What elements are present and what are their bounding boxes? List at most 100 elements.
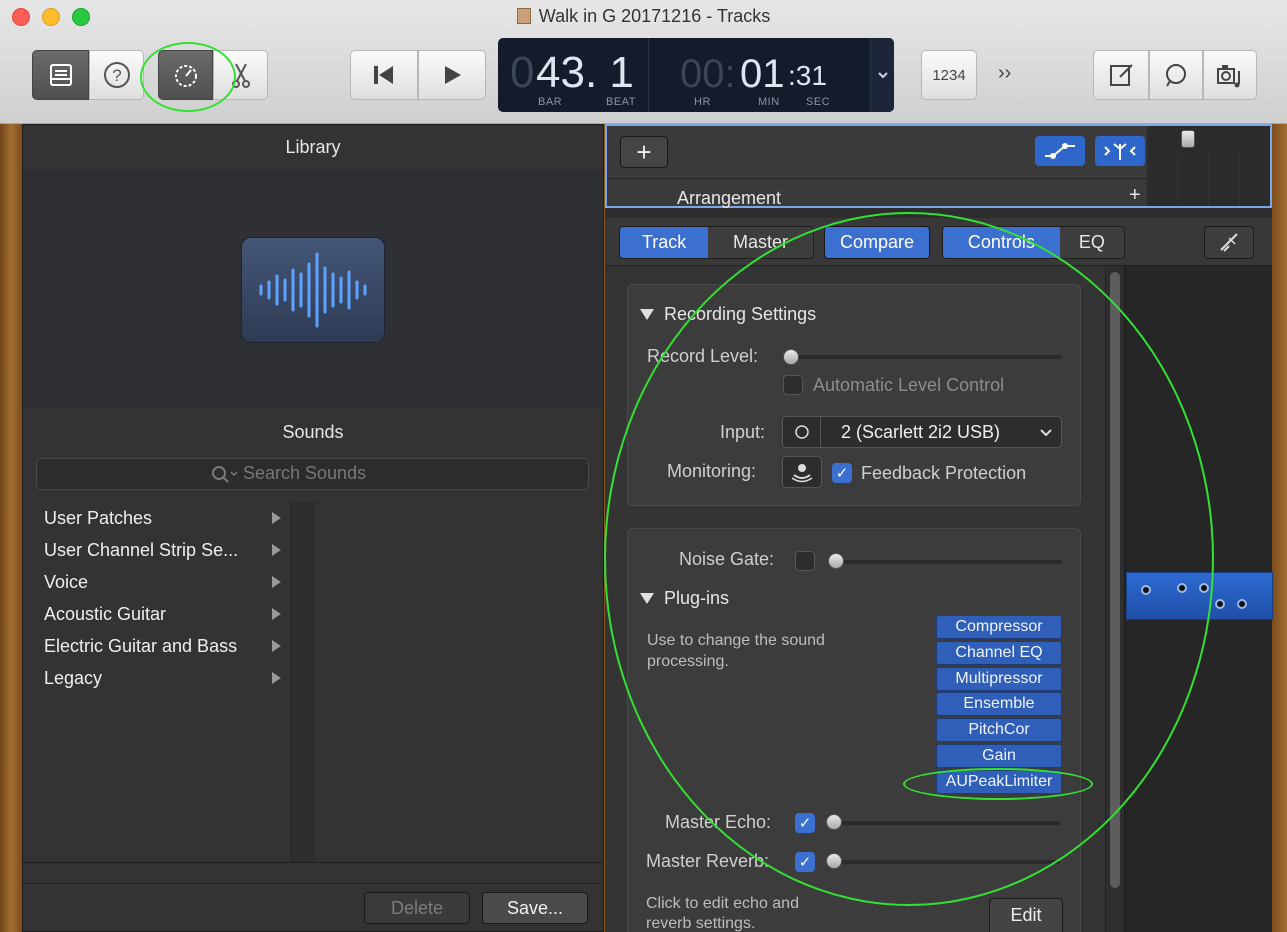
wood-trim-left: [0, 124, 22, 932]
knob-icon: [1199, 583, 1209, 593]
library-icon: [49, 64, 72, 86]
library-preview: [23, 169, 603, 409]
noise-gate-knob[interactable]: [828, 553, 844, 569]
smart-controls-scrollbar-thumb[interactable]: [1110, 272, 1120, 888]
help-icon: ?: [103, 62, 130, 88]
feedback-protection-checkbox[interactable]: ✓: [832, 463, 852, 483]
library-item-user-channel-strip[interactable]: User Channel Strip Se...: [44, 534, 289, 566]
sounds-header: Sounds: [282, 422, 344, 442]
plugin-thumbnail-image: [1126, 572, 1273, 620]
loop-browser-button[interactable]: [1149, 50, 1203, 100]
master-reverb-label: Master Reverb:: [646, 851, 770, 871]
search-icon: [212, 466, 238, 483]
add-track-button[interactable]: +: [620, 136, 668, 168]
play-button[interactable]: [418, 50, 486, 100]
zoom-area: [1147, 126, 1270, 206]
plugin-slot-compressor[interactable]: Compressor: [936, 615, 1062, 639]
automation-button[interactable]: [1035, 136, 1085, 166]
track-zoom-slider[interactable]: [1155, 138, 1255, 142]
lcd-sec-label: SEC: [806, 96, 831, 108]
library-item-label: User Channel Strip Se...: [44, 540, 239, 560]
delete-button[interactable]: Delete: [364, 892, 470, 924]
smart-controls-scrollbar-track[interactable]: [1105, 266, 1124, 932]
editors-button[interactable]: [213, 50, 268, 100]
knob-icon: [1215, 599, 1225, 609]
plugin-slot-channel-eq[interactable]: Channel EQ: [936, 641, 1062, 665]
disclosure-arrow-icon: [272, 640, 281, 652]
master-echo-knob[interactable]: [826, 814, 842, 830]
tab-controls[interactable]: Controls: [943, 227, 1060, 258]
lcd-display[interactable]: 0 43. 1 BAR BEAT 00: 01 :31 HR MIN SEC: [498, 38, 894, 112]
master-reverb-checkbox[interactable]: ✓: [795, 852, 815, 872]
track-master-segment: Track Master: [619, 226, 814, 259]
tab-eq[interactable]: EQ: [1059, 227, 1124, 258]
library-list-bottom-border: [23, 862, 603, 863]
automation-icon: [1045, 143, 1075, 159]
library-item-legacy[interactable]: Legacy: [44, 662, 289, 694]
plugin-slot-ensemble[interactable]: Ensemble: [936, 692, 1062, 716]
record-level-slider[interactable]: [790, 355, 1062, 359]
lcd-bar-label: BAR: [538, 96, 563, 108]
toolbar: Walk in G 20171216 - Tracks ? 0 43. 1 BA…: [0, 0, 1287, 124]
lcd-position-prefix: 0: [510, 48, 535, 97]
library-item-label: Legacy: [44, 668, 103, 688]
waveform-icon: [241, 237, 385, 343]
library-button[interactable]: [32, 50, 89, 100]
library-scroll-gutter: [293, 502, 315, 862]
tab-track[interactable]: Track: [620, 227, 709, 258]
rewind-icon: [374, 66, 393, 84]
monitoring-button[interactable]: [782, 456, 822, 488]
media-browser-button[interactable]: [1203, 50, 1257, 100]
plugin-slot-multipressor[interactable]: Multipressor: [936, 667, 1062, 691]
library-item-user-patches[interactable]: User Patches: [44, 502, 289, 534]
master-echo-slider[interactable]: [832, 821, 1060, 825]
library-item-label: Acoustic Guitar: [44, 604, 167, 624]
add-arrangement-button[interactable]: +: [1129, 184, 1141, 207]
compare-button[interactable]: Compare: [824, 226, 930, 259]
disclosure-triangle-icon[interactable]: [640, 593, 654, 604]
automatic-level-checkbox[interactable]: [783, 375, 803, 395]
media-icon: [1217, 65, 1240, 88]
tab-master[interactable]: Master: [708, 227, 813, 258]
lcd-mode-dropdown[interactable]: [870, 38, 894, 112]
count-in-button[interactable]: 1234: [921, 50, 977, 100]
svg-text:?: ?: [112, 66, 121, 85]
column-divider: [291, 502, 292, 862]
edit-button[interactable]: Edit: [989, 898, 1063, 932]
plugins-title: Plug-ins: [664, 588, 730, 608]
smart-controls-button[interactable]: [158, 50, 213, 100]
search-sounds-field[interactable]: Search Sounds: [36, 458, 589, 490]
quick-help-button[interactable]: ?: [89, 50, 144, 100]
edit-help-text: Click to edit echo and reverb settings.: [646, 895, 799, 932]
notepad-button[interactable]: [1093, 50, 1149, 100]
master-echo-label: Master Echo:: [665, 812, 772, 832]
disclosure-arrow-icon: [272, 512, 281, 524]
plugin-slot-gain[interactable]: Gain: [936, 744, 1062, 768]
input-selector[interactable]: 2 (Scarlett 2i2 USB): [782, 416, 1062, 448]
noise-gate-slider[interactable]: [834, 560, 1062, 564]
controls-eq-segment: Controls EQ: [942, 226, 1125, 259]
master-reverb-knob[interactable]: [826, 853, 842, 869]
record-level-knob[interactable]: [783, 349, 799, 365]
save-button[interactable]: Save...: [482, 892, 588, 924]
plugin-slot-pitchcor[interactable]: PitchCor: [936, 718, 1062, 742]
inspector-button[interactable]: [1204, 226, 1254, 259]
noise-gate-checkbox[interactable]: [795, 551, 815, 571]
plugin-slot-aupeaklimiter[interactable]: AUPeakLimiter: [936, 770, 1062, 794]
lcd-divider: [648, 38, 649, 112]
library-item-voice[interactable]: Voice: [44, 566, 289, 598]
ruler-area: [1147, 154, 1270, 206]
lcd-minutes: 01: [740, 52, 785, 96]
mono-stereo-button[interactable]: [783, 417, 821, 447]
flex-button[interactable]: [1095, 136, 1145, 166]
library-item-electric-guitar[interactable]: Electric Guitar and Bass: [44, 630, 289, 662]
toolbar-overflow-button[interactable]: ››: [998, 62, 1011, 85]
library-item-acoustic-guitar[interactable]: Acoustic Guitar: [44, 598, 289, 630]
master-reverb-slider[interactable]: [832, 860, 1060, 864]
rewind-button[interactable]: [350, 50, 418, 100]
master-echo-checkbox[interactable]: ✓: [795, 813, 815, 833]
monitoring-icon: [791, 464, 813, 483]
knob-icon: [1177, 583, 1187, 593]
disclosure-triangle-icon[interactable]: [640, 309, 654, 320]
track-zoom-knob[interactable]: [1181, 130, 1195, 148]
